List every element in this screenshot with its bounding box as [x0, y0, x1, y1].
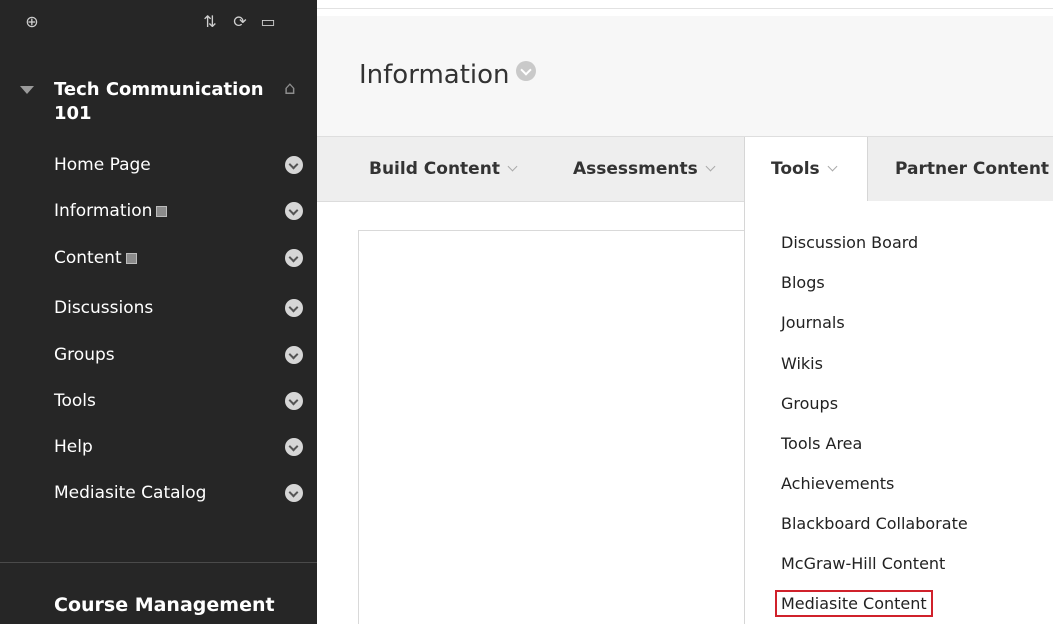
main-content: Information Build Content Assessments To… — [317, 0, 1053, 624]
top-border — [317, 8, 1053, 9]
assessments-label[interactable]: Assessments — [573, 159, 698, 179]
action-bar: Build Content Assessments Tools Partner … — [317, 136, 1053, 203]
home-icon[interactable]: ⌂ — [284, 79, 304, 99]
chevron-down-icon[interactable] — [285, 346, 303, 364]
chevron-down-icon[interactable] — [285, 249, 303, 267]
sidebar-item-discussions[interactable]: Discussions — [0, 286, 317, 332]
sidebar-item-label[interactable]: Mediasite Catalog — [54, 483, 206, 503]
dropdown-item-groups[interactable]: Groups — [781, 394, 838, 413]
dropdown-item-blogs[interactable]: Blogs — [781, 273, 825, 292]
dropdown-item-journals[interactable]: Journals — [781, 313, 845, 332]
dropdown-item-mcgraw-hill-content[interactable]: McGraw-Hill Content — [781, 554, 945, 573]
chevron-down-icon — [827, 161, 838, 172]
sidebar-item-content[interactable]: Content — [0, 236, 317, 282]
chevron-down-icon[interactable] — [285, 156, 303, 174]
collapse-caret-icon[interactable] — [20, 86, 34, 94]
page-title-text: Information — [359, 60, 510, 90]
course-title[interactable]: Tech Communication 101 ⌂ — [20, 78, 310, 134]
tools-dropdown: Discussion Board Blogs Journals Wikis Gr… — [744, 201, 1053, 624]
page-title: Information — [359, 60, 536, 90]
sidebar-item-label[interactable]: Help — [54, 437, 93, 457]
assessments-menu[interactable]: Assessments — [573, 137, 716, 203]
dropdown-item-mediasite-content[interactable]: Mediasite Content — [775, 590, 933, 617]
chevron-down-icon[interactable] — [285, 299, 303, 317]
hidden-status-icon — [125, 253, 137, 264]
app-frame: ⊕ ⇅ ⟳ ▭ Tech Communication 101 ⌂ Home Pa… — [0, 0, 1053, 624]
tools-menu[interactable]: Tools — [744, 137, 868, 203]
sidebar-item-label[interactable]: Information — [54, 201, 168, 221]
build-content-menu[interactable]: Build Content — [369, 137, 518, 203]
sidebar-divider — [0, 562, 317, 563]
partner-content-menu[interactable]: Partner Content — [895, 137, 1049, 203]
add-icon[interactable]: ⊕ — [22, 12, 42, 32]
sidebar-item-label[interactable]: Home Page — [54, 155, 151, 175]
chevron-down-icon[interactable] — [285, 484, 303, 502]
chevron-down-icon — [705, 161, 716, 172]
refresh-icon[interactable]: ⟳ — [230, 12, 250, 32]
sidebar-item-groups[interactable]: Groups — [0, 333, 317, 379]
sidebar-item-information[interactable]: Information — [0, 189, 317, 235]
dropdown-item-achievements[interactable]: Achievements — [781, 474, 894, 493]
sidebar-item-label[interactable]: Content — [54, 248, 137, 268]
chevron-down-icon[interactable] — [285, 438, 303, 456]
dropdown-item-discussion-board[interactable]: Discussion Board — [781, 233, 918, 252]
sidebar-toolbar: ⊕ ⇅ ⟳ ▭ — [0, 0, 317, 48]
course-name[interactable]: Tech Communication 101 — [54, 78, 264, 126]
chevron-down-icon — [507, 161, 518, 172]
page-header: Information — [317, 16, 1053, 136]
sidebar-item-label[interactable]: Tools — [54, 391, 96, 411]
title-options-icon[interactable] — [515, 61, 536, 81]
chevron-down-icon[interactable] — [285, 392, 303, 410]
sidebar-item-mediasite-catalog[interactable]: Mediasite Catalog — [0, 471, 317, 517]
content-area — [358, 230, 758, 624]
hidden-status-icon — [156, 206, 168, 217]
build-content-label[interactable]: Build Content — [369, 159, 500, 179]
folder-icon[interactable]: ▭ — [258, 12, 278, 32]
dropdown-item-blackboard-collaborate[interactable]: Blackboard Collaborate — [781, 514, 968, 533]
tools-label[interactable]: Tools — [771, 159, 820, 179]
course-sidebar: ⊕ ⇅ ⟳ ▭ Tech Communication 101 ⌂ Home Pa… — [0, 0, 317, 624]
sort-icon[interactable]: ⇅ — [200, 12, 220, 32]
course-management-heading[interactable]: Course Management — [54, 594, 275, 616]
dropdown-item-tools-area[interactable]: Tools Area — [781, 434, 862, 453]
dropdown-item-wikis[interactable]: Wikis — [781, 354, 823, 373]
sidebar-item-label[interactable]: Groups — [54, 345, 115, 365]
chevron-down-icon[interactable] — [285, 202, 303, 220]
sidebar-item-label[interactable]: Discussions — [54, 298, 153, 318]
partner-content-label[interactable]: Partner Content — [895, 159, 1049, 179]
sidebar-item-help[interactable]: Help — [0, 425, 317, 471]
sidebar-item-home-page[interactable]: Home Page — [0, 143, 317, 189]
sidebar-item-tools[interactable]: Tools — [0, 379, 317, 425]
